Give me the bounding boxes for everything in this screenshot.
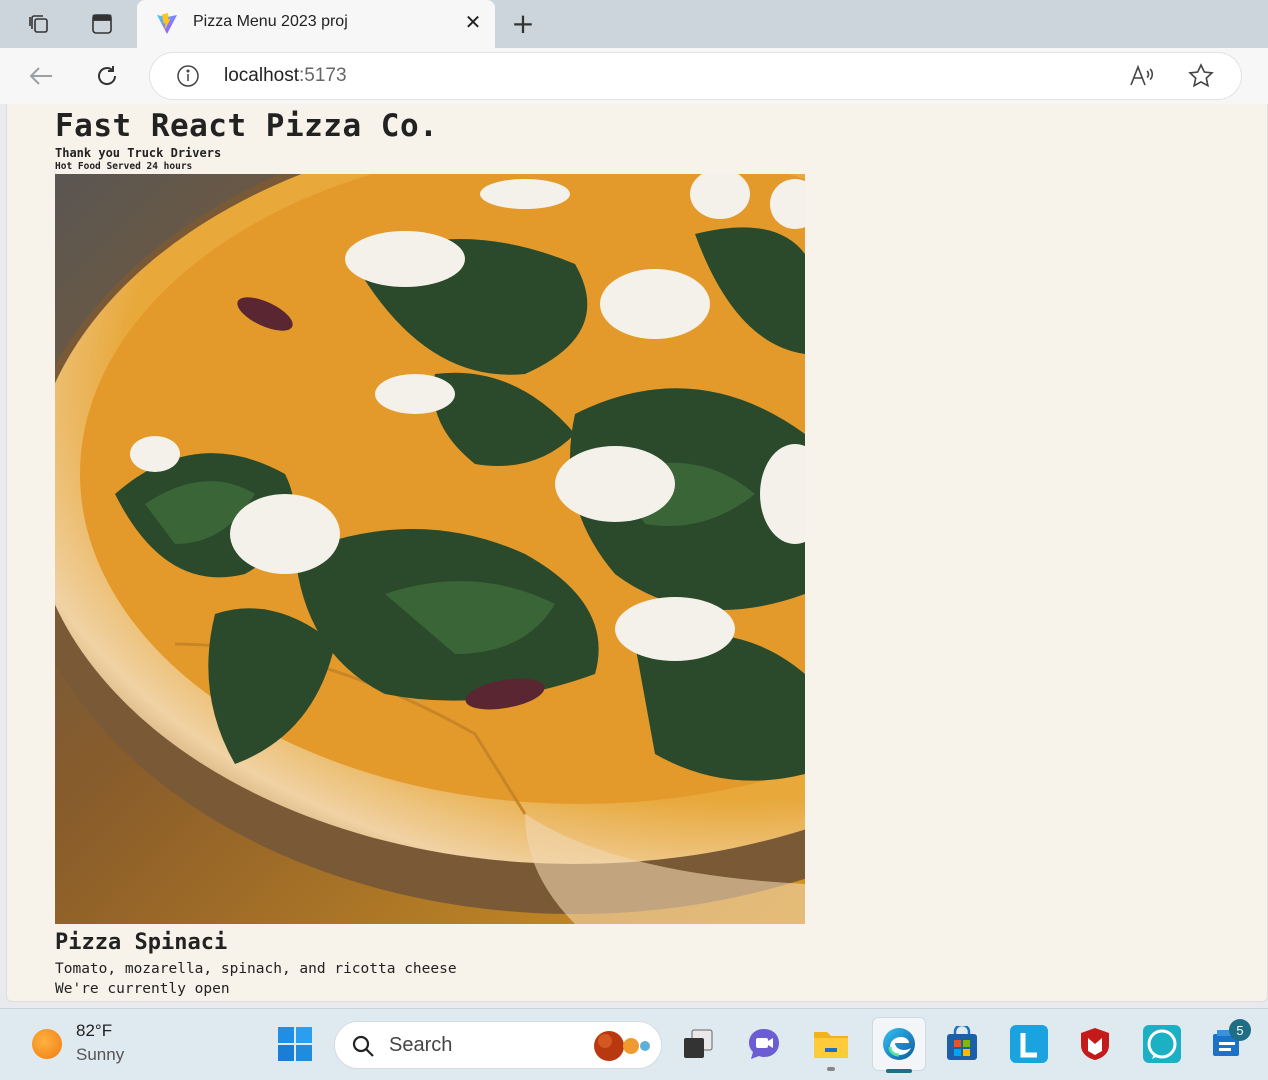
file-explorer-running-indicator: [827, 1067, 835, 1071]
tab-actions-icon[interactable]: [88, 10, 116, 38]
pizza-spinaci-photo: [55, 174, 805, 924]
tab-pizza-menu[interactable]: Pizza Menu 2023 proj ✕: [137, 0, 495, 48]
windows-taskbar: 82°F Sunny Search: [0, 1008, 1268, 1080]
address-host: localhost: [224, 65, 299, 86]
tab-title: Pizza Menu 2023 proj: [193, 13, 348, 30]
back-arrow-icon[interactable]: [24, 60, 58, 92]
vite-favicon-icon: [155, 12, 179, 36]
address-port: :5173: [299, 65, 347, 86]
search-icon: [351, 1034, 375, 1058]
microsoft-store-icon[interactable]: [943, 1025, 981, 1063]
site-info-icon[interactable]: [176, 64, 200, 88]
teams-chat-icon[interactable]: [745, 1025, 783, 1063]
edge-browser-icon[interactable]: [872, 1017, 926, 1071]
pizza-ingredients: Tomato, mozarella, spinach, and ricotta …: [55, 961, 457, 977]
taskbar-search-box[interactable]: Search: [334, 1021, 662, 1069]
search-placeholder: Search: [389, 1034, 453, 1056]
task-view-icon[interactable]: [679, 1025, 717, 1063]
notification-badge: 5: [1229, 1019, 1251, 1041]
address-text: localhost:5173: [224, 65, 347, 87]
edge-active-indicator: [886, 1069, 912, 1073]
read-aloud-icon[interactable]: [1128, 63, 1156, 89]
sun-weather-icon[interactable]: [32, 1029, 62, 1059]
favorite-star-icon[interactable]: [1188, 63, 1216, 89]
weather-temperature[interactable]: 82°F: [76, 1021, 112, 1041]
workspaces-icon[interactable]: [25, 10, 53, 38]
browser-tab-bar: Pizza Menu 2023 proj ✕ +: [0, 0, 1268, 48]
mcafee-shield-icon[interactable]: [1076, 1025, 1114, 1063]
search-highlight-icon: [591, 1028, 655, 1064]
file-explorer-icon[interactable]: [812, 1025, 850, 1063]
windows-start-icon[interactable]: [276, 1025, 314, 1063]
page-subtitle: Thank you Truck Drivers: [55, 146, 222, 160]
page-title: Fast React Pizza Co.: [55, 108, 439, 144]
reload-icon[interactable]: [90, 60, 124, 92]
web-page: Fast React Pizza Co. Thank you Truck Dri…: [6, 104, 1268, 1002]
alexa-icon[interactable]: [1143, 1025, 1181, 1063]
open-status: We're currently open: [55, 981, 230, 997]
page-tagline: Hot Food Served 24 hours: [55, 161, 193, 172]
browser-toolbar: localhost:5173: [0, 48, 1268, 104]
new-tab-icon[interactable]: +: [508, 7, 538, 40]
close-tab-icon[interactable]: ✕: [461, 10, 485, 34]
pizza-name: Pizza Spinaci: [55, 930, 228, 955]
weather-condition[interactable]: Sunny: [76, 1045, 124, 1065]
address-bar[interactable]: localhost:5173: [150, 53, 1241, 99]
linkedin-learning-icon[interactable]: [1010, 1025, 1048, 1063]
